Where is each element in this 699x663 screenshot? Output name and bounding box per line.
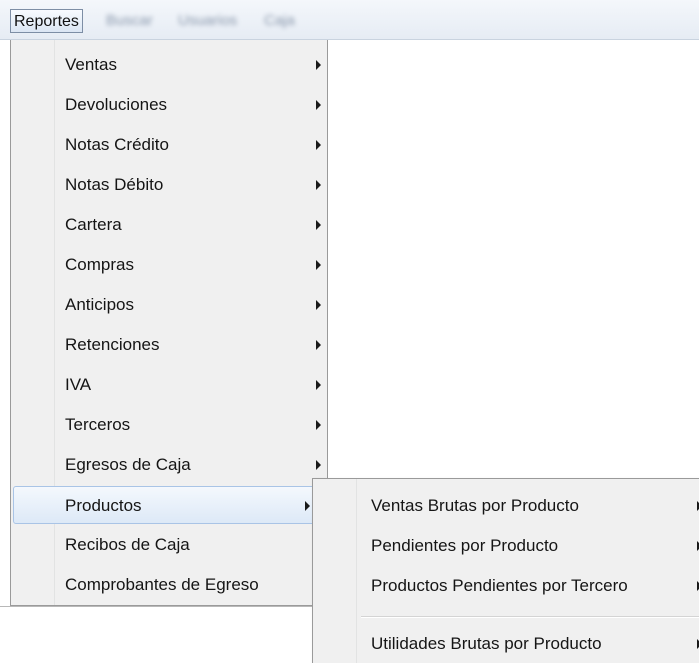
menu-item-label: Compras [65,255,134,274]
submenu-arrow-icon [316,60,321,70]
menu-item-ventas[interactable]: Ventas [13,46,325,84]
menu-item-recibos-de-caja[interactable]: Recibos de Caja [13,526,325,564]
submenu-arrow-icon [316,140,321,150]
menu-item-label: Recibos de Caja [65,535,190,554]
menu-item-label: Retenciones [65,335,160,354]
menu-item-blurred-1[interactable]: Buscar [104,9,155,33]
menu-item-notas-debito[interactable]: Notas Débito [13,166,325,204]
menu-item-iva[interactable]: IVA [13,366,325,404]
menu-item-compras[interactable]: Compras [13,246,325,284]
menu-item-label: Devoluciones [65,95,168,114]
submenu-item-pendientes-por-producto[interactable]: Pendientes por Producto [315,527,699,565]
menu-item-label: Terceros [65,415,131,434]
submenu-arrow-icon [316,380,321,390]
submenu-separator [361,616,699,618]
submenu-arrow-icon [316,340,321,350]
submenu-arrow-icon [316,100,321,110]
submenu-item-utilidades-brutas[interactable]: Utilidades Brutas por Producto [315,625,699,663]
menu-item-label: Productos [65,496,142,515]
menu-item-anticipos[interactable]: Anticipos [13,286,325,324]
submenu-item-label: Pendientes por Producto [371,536,559,555]
menu-item-label: Egresos de Caja [65,455,191,474]
submenu-arrow-icon [316,460,321,470]
menu-reportes[interactable]: Reportes [10,9,83,33]
submenu-arrow-icon [316,420,321,430]
submenu-item-label: Productos Pendientes por Tercero [371,576,628,595]
menu-item-label: Anticipos [65,295,134,314]
reportes-dropdown: Ventas Devoluciones Notas Crédito Notas … [10,40,328,606]
menu-item-notas-credito[interactable]: Notas Crédito [13,126,325,164]
menu-item-cartera[interactable]: Cartera [13,206,325,244]
submenu-item-label: Ventas Brutas por Producto [371,496,579,515]
submenu-item-ventas-brutas[interactable]: Ventas Brutas por Producto [315,487,699,525]
menu-item-label: Cartera [65,215,122,234]
menu-item-comprobantes-de-egreso[interactable]: Comprobantes de Egreso [13,566,325,604]
menu-bar: Reportes Buscar Usuarios Caja [0,0,699,40]
submenu-item-label: Utilidades Brutas por Producto [371,634,602,653]
menu-item-retenciones[interactable]: Retenciones [13,326,325,364]
menu-item-egresos-de-caja[interactable]: Egresos de Caja [13,446,325,484]
menu-item-devoluciones[interactable]: Devoluciones [13,86,325,124]
menu-item-productos[interactable]: Productos [13,486,315,524]
submenu-arrow-icon [316,220,321,230]
submenu-arrow-icon [316,300,321,310]
menu-item-terceros[interactable]: Terceros [13,406,325,444]
menu-item-label: Ventas [65,55,117,74]
productos-submenu: Ventas Brutas por Producto Pendientes po… [312,478,699,663]
menu-item-label: IVA [65,375,92,394]
menu-item-label: Notas Crédito [65,135,169,154]
submenu-arrow-icon [316,260,321,270]
menu-item-label: Notas Débito [65,175,164,194]
app-window: Reportes Buscar Usuarios Caja Ventas Dev… [0,0,699,663]
window-divider [0,606,316,607]
submenu-item-productos-pendientes-tercero[interactable]: Productos Pendientes por Tercero [315,567,699,605]
menu-item-blurred-3[interactable]: Caja [262,9,297,33]
submenu-arrow-icon [316,180,321,190]
menu-item-label: Comprobantes de Egreso [65,575,259,594]
menu-item-blurred-2[interactable]: Usuarios [176,9,239,33]
submenu-arrow-icon [305,501,310,511]
